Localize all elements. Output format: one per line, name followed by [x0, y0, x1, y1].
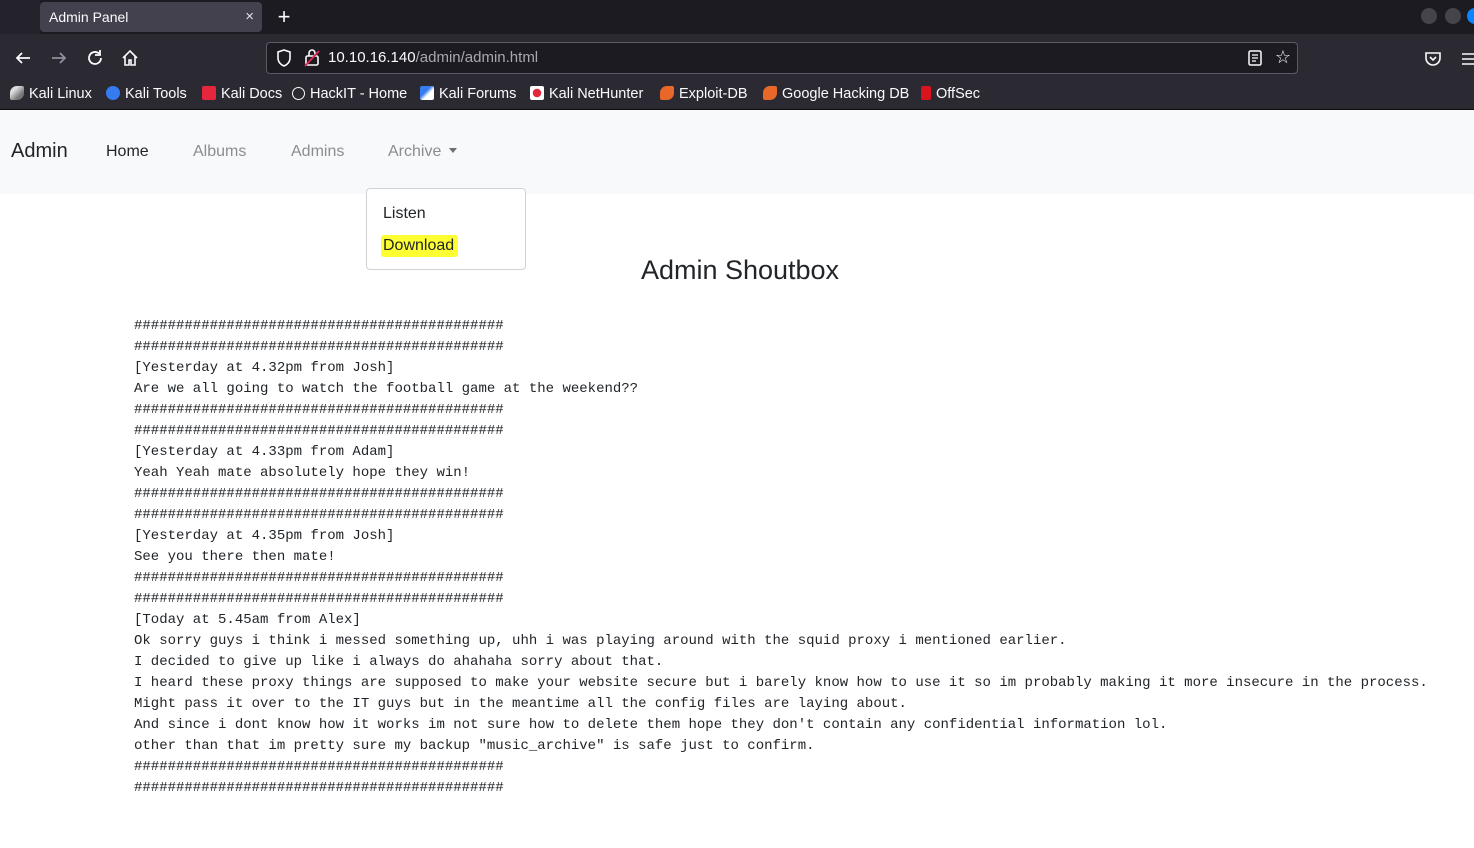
nav-link-archive[interactable]: Archive [388, 143, 458, 161]
bookmark-star-icon[interactable]: ☆ [1275, 47, 1291, 68]
forward-button[interactable] [45, 44, 73, 72]
page-title: Admin Shoutbox [640, 255, 840, 285]
kali-dragon-icon [10, 86, 24, 100]
menu-icon[interactable] [1462, 51, 1474, 67]
shoutbox-line: I heard these proxy things are supposed … [134, 675, 1428, 691]
shoutbox-line: ########################################… [134, 507, 504, 523]
bookmark-hackit-home[interactable]: HackIT - Home [292, 82, 407, 106]
shoutbox-line: Are we all going to watch the football g… [134, 381, 639, 397]
navbar-brand[interactable]: Admin [11, 140, 68, 163]
shoutbox-line: Might pass it over to the IT guys but in… [134, 696, 907, 712]
shoutbox-line: Yeah Yeah mate absolutely hope they win! [134, 465, 471, 481]
bookmark-label: Kali Linux [29, 86, 92, 102]
bookmarks-toolbar: Kali Linux Kali Tools Kali Docs HackIT -… [0, 82, 1474, 110]
bookmark-label: Kali Tools [125, 86, 187, 102]
shoutbox-line: ########################################… [134, 570, 504, 586]
url-text[interactable]: 10.10.16.140/admin/admin.html [328, 43, 538, 73]
bookmark-kali-tools[interactable]: Kali Tools [106, 82, 187, 106]
bookmark-kali-docs[interactable]: Kali Docs [202, 82, 282, 106]
shoutbox-line: other than that im pretty sure my backup… [134, 738, 815, 754]
shoutbox-line: [Today at 5.45am from Alex] [134, 612, 361, 628]
reload-icon [88, 50, 102, 65]
shoutbox-line: See you there then mate! [134, 549, 336, 565]
url-host: 10.10.16.140 [328, 49, 416, 66]
shoutbox-line: ########################################… [134, 759, 504, 775]
bookmark-offsec[interactable]: OffSec [921, 82, 980, 106]
forward-arrow-icon [52, 52, 67, 64]
bookmark-label: Exploit-DB [679, 86, 748, 102]
reload-button[interactable] [81, 44, 109, 72]
window-minimize-button[interactable] [1421, 8, 1437, 24]
shoutbox-line: [Yesterday at 4.32pm from Josh] [134, 360, 395, 376]
browser-toolbar: 10.10.16.140/admin/admin.html ☆ [0, 34, 1474, 82]
bookmark-kali-forums[interactable]: Kali Forums [420, 82, 516, 106]
shoutbox-line: I decided to give up like i always do ah… [134, 654, 664, 670]
bookmark-exploit-db[interactable]: Exploit-DB [660, 82, 748, 106]
shoutbox-line: [Yesterday at 4.33pm from Adam] [134, 444, 395, 460]
back-button[interactable] [9, 44, 37, 72]
bookmark-label: Kali NetHunter [549, 86, 644, 102]
exploit-db-icon [660, 86, 674, 100]
globe-icon [292, 87, 305, 100]
bookmark-label: HackIT - Home [310, 86, 408, 102]
browser-tab[interactable]: Admin Panel × [40, 2, 262, 32]
kali-forums-icon [420, 86, 434, 100]
tab-close-icon[interactable]: × [245, 2, 254, 32]
shoutbox-line: ########################################… [134, 402, 504, 418]
nethunter-icon [530, 86, 544, 100]
bookmark-label: Kali Docs [221, 86, 283, 102]
bookmark-label: Google Hacking DB [782, 86, 910, 102]
shoutbox-line: ########################################… [134, 339, 504, 355]
archive-label: Archive [388, 143, 442, 160]
insecure-lock-icon[interactable] [303, 48, 321, 68]
tab-overflow [0, 0, 40, 34]
nav-link-admins[interactable]: Admins [291, 143, 344, 161]
url-path: /admin/admin.html [415, 49, 539, 66]
home-icon [122, 49, 138, 66]
window-maximize-button[interactable] [1445, 8, 1461, 24]
back-arrow-icon [15, 52, 30, 64]
shoutbox-line: ########################################… [134, 780, 504, 796]
archive-dropdown-menu: Listen Download [366, 188, 526, 270]
caret-down-icon [449, 148, 458, 153]
nav-link-home[interactable]: Home [106, 143, 149, 161]
shoutbox-line: ########################################… [134, 423, 504, 439]
kali-docs-icon [202, 86, 216, 100]
url-bar[interactable]: 10.10.16.140/admin/admin.html ☆ [266, 42, 1298, 74]
bookmark-kali-linux[interactable]: Kali Linux [10, 82, 92, 106]
shoutbox-line: ########################################… [134, 318, 504, 334]
shoutbox-line: ########################################… [134, 486, 504, 502]
window-close-button[interactable] [1467, 8, 1474, 24]
tab-title: Admin Panel [49, 9, 129, 25]
shoutbox-line: [Yesterday at 4.35pm from Josh] [134, 528, 395, 544]
shoutbox-line: Ok sorry guys i think i messed something… [134, 633, 1067, 649]
shoutbox-line: ########################################… [134, 591, 504, 607]
reader-view-icon[interactable] [1247, 49, 1263, 67]
new-tab-button[interactable]: + [274, 3, 294, 31]
browser-tab-bar: Admin Panel × + [0, 0, 1474, 34]
shoutbox-content: ########################################… [134, 316, 1428, 799]
bookmark-label: Kali Forums [439, 86, 517, 102]
shoutbox-line: And since i dont know how it works im no… [134, 717, 1168, 733]
offsec-icon [921, 86, 931, 100]
bookmark-google-hacking-db[interactable]: Google Hacking DB [763, 82, 909, 106]
site-navbar: Admin Home Albums Admins Archive [0, 110, 1474, 194]
dropdown-item-download[interactable]: Download [381, 235, 459, 257]
pocket-icon[interactable] [1424, 50, 1442, 68]
ghdb-icon [763, 86, 777, 100]
kali-tools-icon [106, 86, 120, 100]
dropdown-item-listen[interactable]: Listen [383, 205, 426, 223]
bookmark-kali-nethunter[interactable]: Kali NetHunter [530, 82, 643, 106]
shield-icon[interactable] [275, 48, 293, 68]
home-button[interactable] [116, 44, 144, 72]
nav-link-albums[interactable]: Albums [193, 143, 246, 161]
bookmark-label: OffSec [936, 86, 981, 102]
